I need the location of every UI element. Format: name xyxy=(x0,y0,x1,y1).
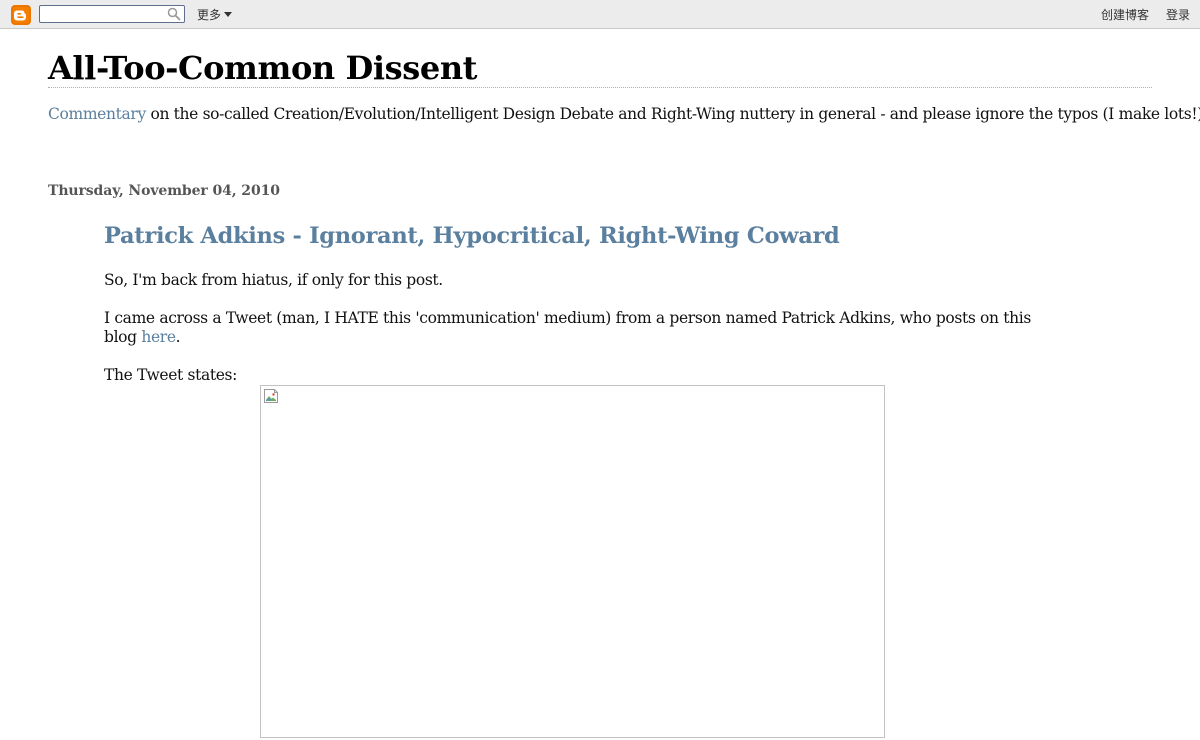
paragraph-end: . xyxy=(175,328,181,346)
create-blog-link[interactable]: 创建博客 xyxy=(1101,6,1149,23)
post-title[interactable]: Patrick Adkins - Ignorant, Hypocritical,… xyxy=(104,222,840,250)
paragraph-text: I came across a Tweet (man, I HATE this … xyxy=(104,309,1031,346)
title-divider xyxy=(48,87,1152,88)
search-box xyxy=(39,5,185,23)
post-date: Thursday, November 04, 2010 xyxy=(48,183,280,199)
description-text: on the so-called Creation/Evolution/Inte… xyxy=(145,105,1200,123)
here-link[interactable]: here xyxy=(141,328,176,346)
blog-description: Commentary on the so-called Creation/Evo… xyxy=(48,104,1200,124)
caret-down-icon xyxy=(224,12,233,17)
blogger-navbar: 更多 创建博客 登录 xyxy=(0,0,1200,29)
post-paragraph: So, I'm back from hiatus, if only for th… xyxy=(104,271,443,289)
post-paragraph: The Tweet states: xyxy=(104,366,238,384)
more-label: 更多 xyxy=(197,8,222,22)
post-paragraph: I came across a Tweet (man, I HATE this … xyxy=(104,309,1034,347)
login-link[interactable]: 登录 xyxy=(1166,6,1190,23)
broken-image-icon xyxy=(263,388,279,404)
search-icon[interactable] xyxy=(167,7,181,21)
search-input[interactable] xyxy=(42,6,162,22)
blogger-logo-icon[interactable] xyxy=(11,5,31,25)
commentary-link[interactable]: Commentary xyxy=(48,105,146,123)
more-menu[interactable]: 更多 xyxy=(197,6,233,23)
blog-title[interactable]: All-Too-Common Dissent xyxy=(48,48,477,88)
tweet-image[interactable] xyxy=(260,385,885,738)
